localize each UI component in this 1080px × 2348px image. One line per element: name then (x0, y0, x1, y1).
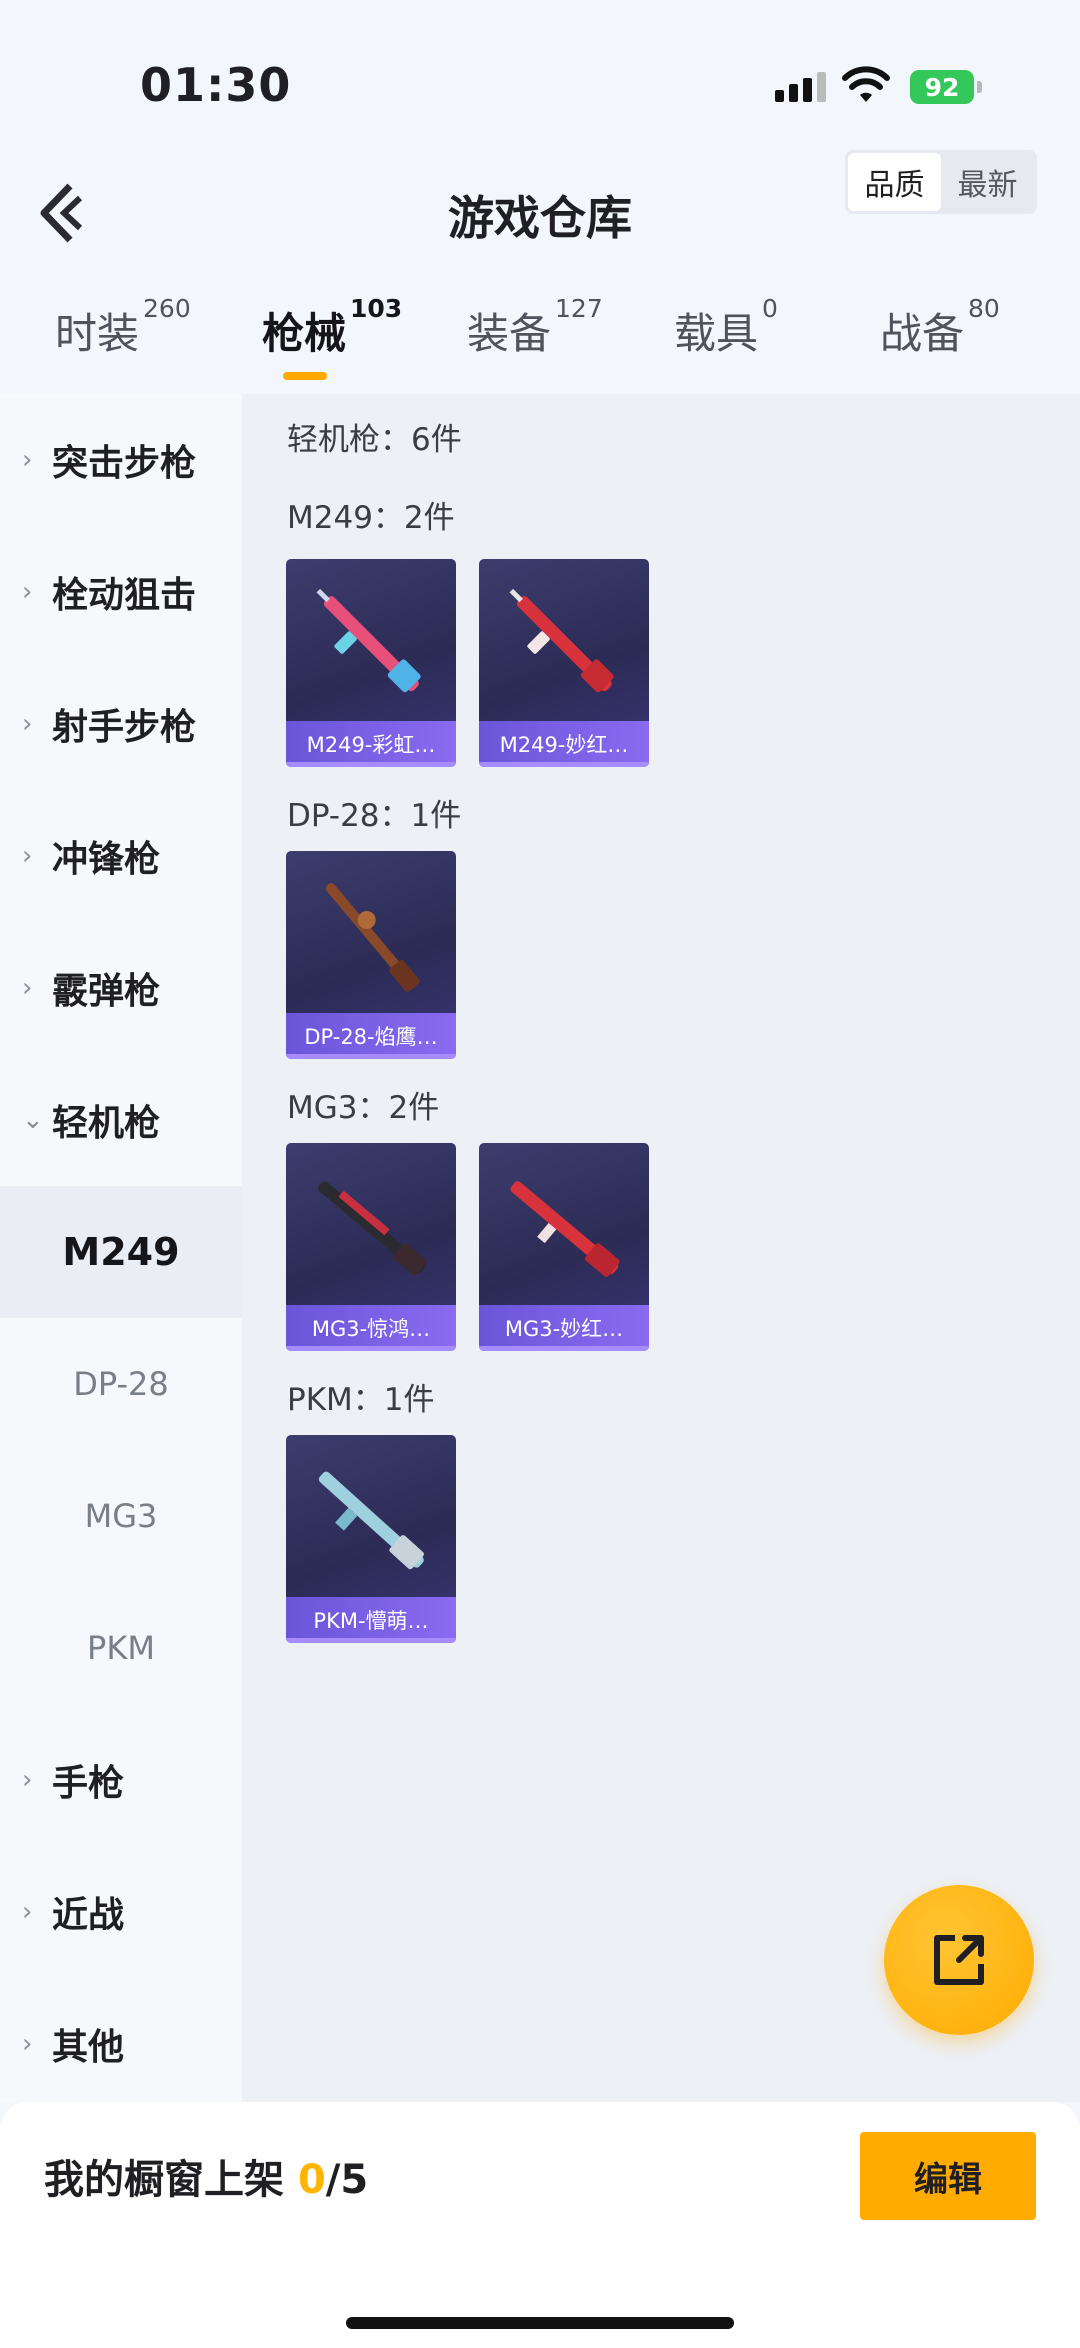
item-card[interactable]: PKM-懵萌… (286, 1435, 456, 1643)
sidebar-item-label: 射手步枪 (52, 707, 197, 748)
sidebar-item-melee[interactable]: › 近战 (0, 1846, 242, 1978)
tab-firearms[interactable]: 枪械103 (262, 294, 402, 361)
battery-level: 92 (924, 72, 960, 102)
chevron-down-icon: ⌄ (22, 1105, 44, 1135)
group-title-pkm: PKM：1件 (287, 1382, 435, 1418)
chevron-right-icon: › (22, 445, 33, 475)
tab-count: 260 (143, 294, 191, 323)
sidebar-item-label: 霰弹枪 (52, 971, 161, 1012)
chevron-right-icon: › (22, 1765, 33, 1795)
tab-supplies[interactable]: 战备80 (880, 294, 1000, 361)
home-indicator (346, 2317, 734, 2329)
item-card[interactable]: MG3-惊鸿… (286, 1143, 456, 1351)
rifle-skin-icon (318, 1471, 424, 1570)
sidebar-item-bolt-sniper[interactable]: › 栓动狙击 (0, 526, 242, 658)
item-card[interactable]: M249-彩虹… (286, 559, 456, 767)
tab-count: 0 (762, 294, 778, 323)
item-card[interactable]: MG3-妙红… (479, 1143, 649, 1351)
chevron-right-icon: › (22, 2029, 33, 2059)
bottom-bar: 我的橱窗上架 0/5 编辑 (0, 2102, 1080, 2348)
chevron-right-icon: › (22, 577, 33, 607)
share-button[interactable] (884, 1885, 1034, 2035)
sidebar-subitem-m249[interactable]: M249 (0, 1186, 242, 1318)
item-border (479, 1346, 649, 1351)
group-title-dp28: DP-28：1件 (287, 798, 462, 834)
sidebar-subitem-dp28[interactable]: DP-28 (0, 1318, 242, 1450)
rifle-skin-icon (509, 588, 614, 693)
item-card[interactable]: DP-28-焰鹰… (286, 851, 456, 1059)
tab-label: 载具 (674, 309, 759, 358)
wifi-icon (842, 66, 890, 102)
battery-icon: 92 (910, 70, 982, 104)
tab-label: 时装 (55, 309, 140, 358)
rifle-skin-icon (318, 1181, 427, 1276)
sidebar-item-label: 手枪 (52, 1763, 125, 1804)
status-bar: 01:30 92 (0, 0, 1080, 140)
item-border (286, 1346, 456, 1351)
showcase-current-count: 0 (297, 2157, 326, 2203)
item-border (286, 762, 456, 767)
chevron-right-icon: › (22, 841, 33, 871)
item-name: MG3-妙红… (479, 1305, 649, 1351)
rifle-skin-icon (316, 588, 421, 693)
tab-count: 103 (350, 294, 403, 323)
item-name: DP-28-焰鹰… (286, 1013, 456, 1059)
item-border (286, 1054, 456, 1059)
share-external-icon (934, 1935, 984, 1985)
sidebar-item-marksman-rifle[interactable]: › 射手步枪 (0, 658, 242, 790)
sidebar-item-other[interactable]: › 其他 (0, 1978, 242, 2110)
edit-button[interactable]: 编辑 (860, 2132, 1036, 2220)
tab-outfits[interactable]: 时装260 (55, 294, 191, 361)
sidebar-item-smg[interactable]: › 冲锋枪 (0, 790, 242, 922)
sidebar-item-label: 近战 (52, 1895, 125, 1936)
clock: 01:30 (140, 58, 292, 112)
item-border (479, 762, 649, 767)
sidebar-item-label: 突击步枪 (52, 443, 197, 484)
chevron-right-icon: › (22, 1897, 33, 1927)
rifle-skin-icon (510, 1181, 620, 1277)
category-tabs: 时装260 枪械103 装备127 载具0 战备80 (0, 294, 1080, 384)
sidebar-item-label: 其他 (52, 2027, 125, 2068)
tab-equipment[interactable]: 装备127 (467, 294, 603, 361)
sort-toggle[interactable]: 品质 最新 (845, 150, 1037, 214)
chevron-right-icon: › (22, 709, 33, 739)
sidebar-item-lmg[interactable]: ⌄ 轻机枪 (0, 1054, 242, 1186)
showcase-status: 我的橱窗上架 0/5 (44, 2147, 368, 2205)
item-grid: 轻机枪：6件 M249：2件 M249-彩虹… M249-妙红… DP-28：1… (242, 394, 1080, 2102)
item-border (286, 1638, 456, 1643)
chevron-right-icon: › (22, 973, 33, 1003)
tab-vehicles[interactable]: 载具0 (674, 294, 778, 361)
item-card[interactable]: M249-妙红… (479, 559, 649, 767)
group-title-m249: M249：2件 (287, 500, 455, 536)
item-name: M249-妙红… (479, 721, 649, 767)
section-title: 轻机枪：6件 (287, 422, 462, 458)
group-title-mg3: MG3：2件 (287, 1090, 440, 1126)
sidebar-item-pistol[interactable]: › 手枪 (0, 1714, 242, 1846)
sidebar-item-label: 栓动狙击 (52, 575, 197, 616)
item-name: MG3-惊鸿… (286, 1305, 456, 1351)
sort-newest-button[interactable]: 最新 (941, 153, 1034, 211)
tab-label: 战备 (880, 309, 965, 358)
sidebar-item-assault-rifle[interactable]: › 突击步枪 (0, 394, 242, 526)
sidebar: › 突击步枪 › 栓动狙击 › 射手步枪 › 冲锋枪 › 霰弹枪 ⌄ 轻机枪 M249 DP… (0, 394, 242, 2102)
showcase-total: /5 (325, 2157, 369, 2203)
item-name: PKM-懵萌… (286, 1597, 456, 1643)
sort-quality-button[interactable]: 品质 (848, 153, 941, 211)
active-tab-indicator (283, 372, 327, 380)
showcase-label: 我的橱窗上架 (44, 2157, 298, 2203)
cellular-signal-icon (775, 72, 826, 102)
sidebar-subitem-pkm[interactable]: PKM (0, 1582, 242, 1714)
sidebar-item-label: 轻机枪 (52, 1103, 161, 1144)
sidebar-subitem-mg3[interactable]: MG3 (0, 1450, 242, 1582)
tab-count: 80 (968, 294, 1000, 323)
tab-count: 127 (555, 294, 603, 323)
tab-label: 枪械 (262, 309, 347, 358)
item-name: M249-彩虹… (286, 721, 456, 767)
sidebar-item-shotgun[interactable]: › 霰弹枪 (0, 922, 242, 1054)
sidebar-item-label: 冲锋枪 (52, 839, 161, 880)
tab-label: 装备 (467, 309, 552, 358)
rifle-skin-icon (325, 883, 420, 992)
